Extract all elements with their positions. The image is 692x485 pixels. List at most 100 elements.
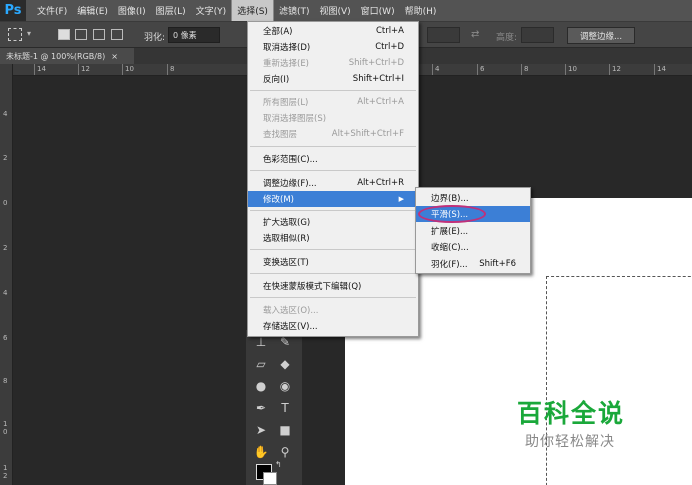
submenu-item-contract[interactable]: 收缩(C)... (416, 239, 530, 255)
subtract-selection-icon[interactable] (93, 29, 105, 40)
ruler-label: 10 (568, 65, 577, 73)
close-icon[interactable]: × (111, 52, 118, 61)
ruler-label: 8 (170, 65, 175, 73)
add-selection-icon[interactable] (75, 29, 87, 40)
photoshop-logo: Ps (0, 0, 26, 21)
marquee-tool-icon[interactable] (8, 28, 22, 41)
rectangle-icon[interactable]: ■ (274, 420, 296, 440)
blur-icon[interactable]: ● (250, 376, 272, 396)
menu-item-shortcut: Shift+Ctrl+I (352, 74, 404, 84)
paint-bucket-icon[interactable]: ◆ (274, 354, 296, 374)
dodge-icon[interactable]: ◉ (274, 376, 296, 396)
ruler-label: 0 (3, 199, 8, 207)
feather-input[interactable]: 0 像素 (168, 27, 220, 43)
submenu-item-expand[interactable]: 扩展(E)... (416, 223, 530, 239)
menu-help[interactable]: 帮助(H) (400, 0, 442, 21)
ruler-label: 4 (435, 65, 440, 73)
menu-item-label: 收缩(C)... (431, 243, 469, 253)
pen-icon[interactable]: ✒ (250, 398, 272, 418)
submenu-item-border[interactable]: 边界(B)... (416, 190, 530, 206)
menu-item-deselect[interactable]: 取消选择(D) Ctrl+D (248, 39, 418, 55)
menu-item-shortcut: Alt+Shift+Ctrl+F (331, 129, 404, 139)
menu-item-label: 载入选区(O)... (263, 306, 319, 316)
menu-item-label: 边界(B)... (431, 194, 469, 204)
menu-item-label: 查找图层 (263, 130, 298, 140)
ruler-label: 6 (480, 65, 485, 73)
background-color-swatch[interactable] (263, 472, 277, 485)
menu-item-label: 扩展(E)... (431, 227, 469, 237)
menu-edit[interactable]: 编辑(E) (72, 0, 113, 21)
watermark-subtitle: 助你轻松解决 (525, 434, 615, 450)
menu-item-grow[interactable]: 扩大选取(G) (248, 214, 418, 230)
menu-item-label: 选取相似(R) (263, 234, 310, 244)
menu-item-shortcut: Alt+Ctrl+A (357, 97, 404, 107)
height-label: 高度: (496, 33, 518, 43)
width-input[interactable] (427, 27, 460, 43)
document-tab-title: 未标题-1 @ 100%(RGB/8) (6, 51, 106, 61)
menu-separator (250, 273, 416, 274)
ruler-label: 1 0 (3, 420, 8, 436)
menu-item-label: 色彩范围(C)... (263, 155, 318, 165)
menu-separator (250, 249, 416, 250)
menu-separator (250, 170, 416, 171)
menu-item-modify[interactable]: 修改(M) ▶ (248, 191, 418, 207)
tool-preset-chevron-icon[interactable]: ▾ (27, 29, 31, 38)
menu-item-all[interactable]: 全部(A) Ctrl+A (248, 23, 418, 39)
eraser-icon[interactable]: ▱ (250, 354, 272, 374)
menu-item-label: 全部(A) (263, 27, 293, 37)
menu-window[interactable]: 窗口(W) (356, 0, 400, 21)
menu-separator (250, 146, 416, 147)
menu-item-shortcut: Alt+Ctrl+R (357, 178, 404, 188)
menu-item-similar[interactable]: 选取相似(R) (248, 230, 418, 246)
menu-item-label: 取消选择(D) (263, 43, 311, 53)
menu-item-save-selection[interactable]: 存储选区(V)... (248, 318, 418, 334)
hand-icon[interactable]: ✋ (250, 442, 272, 462)
submenu-arrow-icon: ▶ (398, 195, 404, 203)
menu-item-label: 重新选择(E) (263, 59, 310, 69)
menu-separator (250, 297, 416, 298)
ruler-label: 14 (37, 65, 46, 73)
menu-item-deselect-layers: 取消选择图层(S) (248, 110, 418, 126)
menu-type[interactable]: 文字(Y) (191, 0, 232, 21)
menu-layer[interactable]: 图层(L) (151, 0, 191, 21)
new-selection-icon[interactable] (58, 29, 70, 40)
submenu-item-feather[interactable]: 羽化(F)... Shift+F6 (416, 256, 530, 272)
ruler-label: 12 (612, 65, 621, 73)
swap-colors-icon[interactable]: ↰ (275, 460, 282, 469)
ruler-label: 2 (3, 244, 8, 252)
selection-marquee (546, 276, 692, 485)
menu-item-color-range[interactable]: 色彩范围(C)... (248, 151, 418, 167)
menu-item-label: 取消选择图层(S) (263, 114, 327, 124)
ruler-label: 12 (81, 65, 90, 73)
menu-view[interactable]: 视图(V) (314, 0, 355, 21)
path-select-icon[interactable]: ➤ (250, 420, 272, 440)
ruler-label: 10 (125, 65, 134, 73)
menu-item-inverse[interactable]: 反向(I) Shift+Ctrl+I (248, 71, 418, 87)
refine-edge-button[interactable]: 调整边缘... (567, 27, 635, 44)
menu-item-shortcut: Shift+F6 (479, 259, 516, 269)
menu-item-quick-mask[interactable]: 在快速蒙版模式下编辑(Q) (248, 278, 418, 294)
height-input[interactable] (521, 27, 554, 43)
menu-item-label: 扩大选取(G) (263, 218, 311, 228)
menu-item-reselect: 重新选择(E) Shift+Ctrl+D (248, 55, 418, 71)
menu-file[interactable]: 文件(F) (32, 0, 72, 21)
menu-item-load-selection: 载入选区(O)... (248, 302, 418, 318)
menu-item-transform-selection[interactable]: 变换选区(T) (248, 254, 418, 270)
menu-item-label: 调整边缘(F)... (263, 179, 317, 189)
ruler-label: 2 (3, 154, 8, 162)
menu-image[interactable]: 图像(I) (113, 0, 151, 21)
select-menu-dropdown: 全部(A) Ctrl+A 取消选择(D) Ctrl+D 重新选择(E) Shift+C… (247, 21, 419, 337)
ruler-label: 4 (3, 289, 8, 297)
document-tab[interactable]: 未标题-1 @ 100%(RGB/8) × (0, 48, 134, 64)
ruler-label: 8 (3, 377, 8, 385)
menu-select[interactable]: 选择(S) (231, 0, 274, 21)
menu-filter[interactable]: 滤镜(T) (274, 0, 315, 21)
menu-item-refine-edge[interactable]: 调整边缘(F)... Alt+Ctrl+R (248, 175, 418, 191)
menu-separator (250, 210, 416, 211)
type-icon[interactable]: T (274, 398, 296, 418)
swap-dimensions-icon[interactable]: ⇄ (471, 29, 479, 40)
zoom-icon[interactable]: ⚲ (274, 442, 296, 462)
ruler-label: 8 (524, 65, 529, 73)
intersect-selection-icon[interactable] (111, 29, 123, 40)
menu-item-all-layers: 所有图层(L) Alt+Ctrl+A (248, 94, 418, 110)
